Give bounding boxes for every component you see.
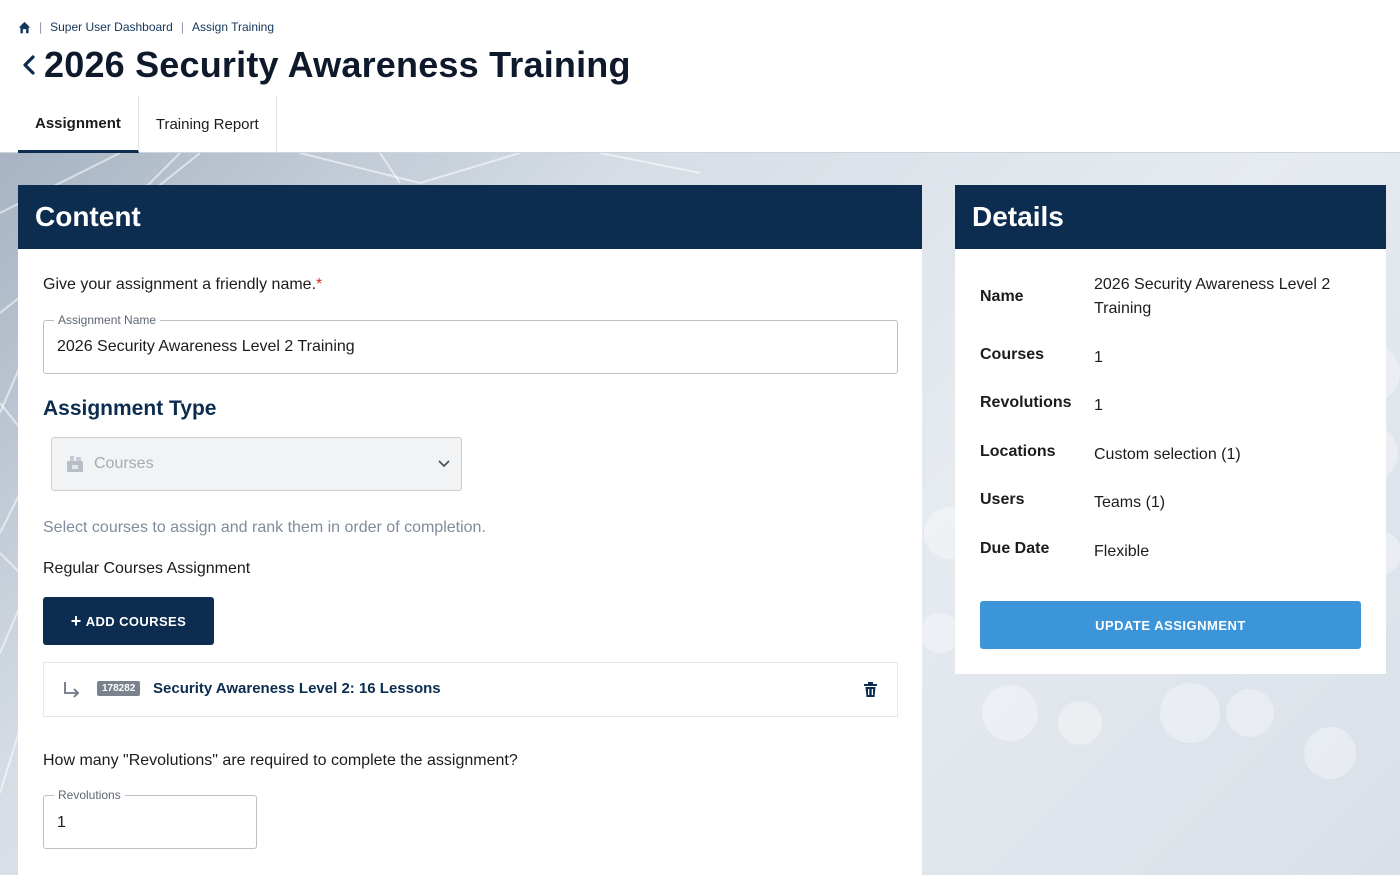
details-heading: Details bbox=[955, 185, 1386, 249]
course-row: 178282 Security Awareness Level 2: 16 Le… bbox=[43, 662, 898, 717]
courses-icon bbox=[67, 456, 83, 472]
details-row-revolutions: Revolutions 1 bbox=[980, 394, 1370, 418]
course-name: Security Awareness Level 2: 16 Lessons bbox=[153, 680, 441, 697]
assignment-type-value: Courses bbox=[94, 455, 154, 472]
details-row-courses: Courses 1 bbox=[980, 346, 1370, 370]
trash-icon[interactable] bbox=[864, 682, 877, 697]
tab-assignment[interactable]: Assignment bbox=[18, 96, 139, 153]
assignment-name-value[interactable]: 2026 Security Awareness Level 2 Training bbox=[57, 338, 355, 356]
details-label-revolutions: Revolutions bbox=[980, 394, 1072, 411]
assignment-name-field[interactable]: Assignment Name 2026 Security Awareness … bbox=[43, 313, 898, 374]
add-courses-label: ADD COURSES bbox=[85, 613, 187, 629]
content-card: Content Give your assignment a friendly … bbox=[18, 185, 922, 875]
plus-icon: + bbox=[70, 610, 82, 631]
assignment-name-prompt-text: Give your assignment a friendly name. bbox=[43, 276, 317, 293]
assignment-type-heading: Assignment Type bbox=[43, 397, 217, 420]
details-value-courses: 1 bbox=[1094, 349, 1103, 366]
required-marker: * bbox=[316, 276, 323, 293]
tab-training-report[interactable]: Training Report bbox=[139, 96, 277, 153]
breadcrumb-separator: | bbox=[39, 20, 43, 34]
breadcrumb-super-user-dashboard[interactable]: Super User Dashboard bbox=[50, 20, 173, 34]
breadcrumb-assign-training[interactable]: Assign Training bbox=[192, 20, 274, 34]
details-label-courses: Courses bbox=[980, 346, 1045, 363]
assignment-type-select[interactable]: Courses bbox=[51, 437, 462, 491]
course-id-badge: 178282 bbox=[97, 681, 141, 696]
update-assignment-button[interactable]: UPDATE ASSIGNMENT bbox=[980, 601, 1361, 649]
details-row-locations: Locations Custom selection (1) bbox=[980, 443, 1370, 467]
details-label-due-date: Due Date bbox=[980, 540, 1050, 557]
assignment-name-prompt: Give your assignment a friendly name.* bbox=[43, 276, 322, 294]
details-label-locations: Locations bbox=[980, 443, 1056, 460]
back-chevron-icon[interactable] bbox=[18, 54, 40, 76]
details-row-users: Users Teams (1) bbox=[980, 491, 1370, 515]
details-value-due-date: Flexible bbox=[1094, 543, 1150, 560]
revolutions-value[interactable]: 1 bbox=[57, 814, 66, 832]
courses-hint: Select courses to assign and rank them i… bbox=[43, 519, 486, 536]
page-title: 2026 Security Awareness Training bbox=[44, 44, 631, 85]
breadcrumb-separator: | bbox=[180, 20, 184, 34]
subdirectory-arrow-icon bbox=[64, 682, 80, 698]
details-label-name: Name bbox=[980, 288, 1024, 305]
details-value-locations: Custom selection (1) bbox=[1094, 446, 1241, 463]
add-courses-button[interactable]: + ADD COURSES bbox=[43, 597, 214, 645]
revolutions-legend: Revolutions bbox=[54, 788, 125, 802]
details-card: Details Name 2026 Security Awareness Lev… bbox=[955, 185, 1386, 674]
details-row-name: Name 2026 Security Awareness Level 2 Tra… bbox=[980, 273, 1370, 323]
content-heading: Content bbox=[18, 185, 922, 249]
revolutions-field[interactable]: Revolutions 1 bbox=[43, 788, 257, 849]
regular-courses-label: Regular Courses Assignment bbox=[43, 560, 251, 577]
assignment-name-legend: Assignment Name bbox=[54, 313, 161, 327]
home-icon[interactable] bbox=[18, 21, 31, 34]
chevron-down-icon bbox=[438, 460, 450, 468]
tab-bar: Assignment Training Report bbox=[18, 96, 277, 153]
revolutions-prompt: How many "Revolutions" are required to c… bbox=[43, 752, 518, 769]
details-value-name: 2026 Security Awareness Level 2 Training bbox=[1094, 276, 1331, 317]
details-value-users: Teams (1) bbox=[1094, 494, 1166, 511]
page-header: | Super User Dashboard | Assign Training… bbox=[0, 0, 1400, 153]
details-label-users: Users bbox=[980, 491, 1025, 508]
details-row-due-date: Due Date Flexible bbox=[980, 540, 1370, 564]
details-value-revolutions: 1 bbox=[1094, 397, 1103, 414]
breadcrumb: | Super User Dashboard | Assign Training bbox=[18, 20, 274, 34]
